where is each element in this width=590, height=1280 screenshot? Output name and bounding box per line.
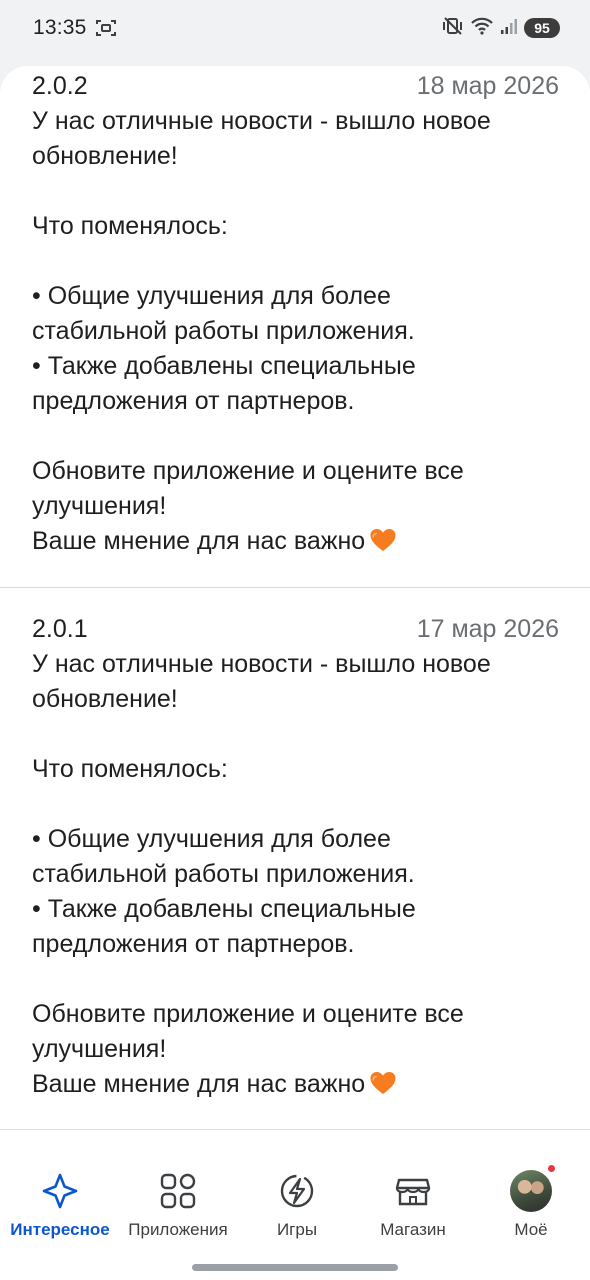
nav-label: Игры: [276, 1220, 318, 1239]
nav-label: Приложения: [128, 1220, 228, 1239]
notes-line: стабильной работы приложения.: [32, 317, 415, 345]
screenshot-icon: [95, 18, 117, 43]
notes-line: Ваше мнение для нас важно: [32, 527, 366, 555]
notes-line: [32, 962, 562, 997]
nav-item-featured[interactable]: Интересное: [4, 1152, 116, 1252]
notes-line: [32, 174, 562, 209]
notes-line: Ваше мнение для нас важно: [32, 1070, 366, 1098]
signal-icon: [500, 16, 518, 41]
notes-line: [32, 787, 562, 822]
release-version: 2.0.1: [32, 615, 88, 643]
notes-line-last: Ваше мнение для нас важно: [32, 524, 562, 563]
orange-heart-icon: [369, 527, 397, 563]
nav-label: Интересное: [10, 1220, 110, 1239]
release-notes-list[interactable]: 2.0.2 18 мар 2026 У нас отличные новости…: [0, 66, 590, 1152]
divider: [0, 587, 590, 588]
notes-line: предложения от партнеров.: [32, 387, 355, 415]
status-icons: 95: [442, 16, 560, 41]
notes-line-last: Ваше мнение для нас важно: [32, 1067, 562, 1106]
wifi-icon: [470, 16, 494, 41]
notes-line: • Общие улучшения для более: [32, 825, 391, 853]
status-bar: 13:35 95: [0, 0, 590, 56]
release-date: 17 мар 2026: [416, 615, 559, 643]
divider: [0, 1129, 590, 1130]
release-header: 2.0.2 18 мар 2026: [32, 72, 559, 106]
notes-line: • Общие улучшения для более: [32, 282, 391, 310]
nav-item-apps[interactable]: Приложения: [120, 1152, 236, 1252]
sparkle-icon: [39, 1170, 81, 1212]
notes-line: обновление!: [32, 142, 178, 170]
notes-line: У нас отличные новости - вышло новое: [32, 107, 491, 135]
avatar-image: [510, 1170, 552, 1212]
nav-item-games[interactable]: Игры: [245, 1152, 349, 1252]
release-version: 2.0.2: [32, 72, 88, 100]
release-entry: 2.0.2 18 мар 2026 У нас отличные новости…: [0, 66, 590, 588]
orange-heart-icon: [369, 1070, 397, 1106]
notes-line: Что поменялось:: [32, 755, 228, 783]
screen: 13:35 95 2.0.2 18 мар 2026 У нас отличны…: [0, 0, 590, 1280]
notes-line: стабильной работы приложения.: [32, 860, 415, 888]
avatar: [510, 1164, 556, 1212]
nav-label: Магазин: [380, 1220, 446, 1239]
notes-line: улучшения!: [32, 1035, 167, 1063]
nav-label: Моё: [514, 1220, 548, 1239]
notes-line: • Также добавлены специальные: [32, 895, 416, 923]
release-header: 2.0.1 17 мар 2026: [32, 615, 559, 649]
home-indicator[interactable]: [192, 1264, 398, 1271]
games-bolt-icon: [276, 1170, 318, 1212]
apps-grid-icon: [157, 1170, 199, 1212]
release-entry: 2.0.1 17 мар 2026 У нас отличные новости…: [0, 589, 590, 1129]
release-date: 18 мар 2026: [416, 72, 559, 100]
notes-line: предложения от партнеров.: [32, 930, 355, 958]
notes-line: Обновите приложение и оцените все: [32, 457, 464, 485]
notes-line: обновление!: [32, 685, 178, 713]
bottom-navigation: Интересное Приложения Игры Магазин Моё: [0, 1152, 590, 1280]
notes-line: [32, 244, 562, 279]
status-time: 13:35: [33, 16, 87, 39]
notification-dot: [547, 1164, 556, 1173]
release-notes: У нас отличные новости - вышло новое обн…: [32, 647, 562, 1106]
mute-vibrate-icon: [442, 16, 464, 41]
notes-line: [32, 717, 562, 752]
notes-line: [32, 419, 562, 454]
notes-line: • Также добавлены специальные: [32, 352, 416, 380]
notes-line: Обновите приложение и оцените все: [32, 1000, 464, 1028]
nav-item-profile[interactable]: Моё: [486, 1152, 576, 1252]
release-notes: У нас отличные новости - вышло новое обн…: [32, 104, 562, 563]
notes-line: У нас отличные новости - вышло новое: [32, 650, 491, 678]
nav-item-store[interactable]: Магазин: [360, 1152, 466, 1252]
notes-line: Что поменялось:: [32, 212, 228, 240]
notes-line: улучшения!: [32, 492, 167, 520]
battery-icon: 95: [524, 18, 560, 38]
store-icon: [392, 1170, 434, 1212]
